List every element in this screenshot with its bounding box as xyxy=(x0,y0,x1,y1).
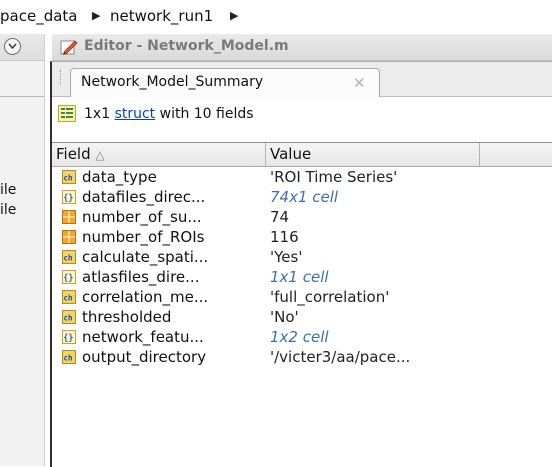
struct-description: 1x1 struct with 10 fields xyxy=(84,106,254,122)
field-name[interactable]: thresholded xyxy=(82,308,171,326)
document-tab-bar: Network_Model_Summary ✕ xyxy=(52,62,552,97)
grip-handle[interactable] xyxy=(60,70,63,84)
field-name[interactable]: atlasfiles_dire... xyxy=(82,268,199,286)
svg-text:ch: ch xyxy=(64,174,73,183)
file-list-item[interactable]: ile xyxy=(0,182,16,198)
svg-text:{}: {} xyxy=(63,274,73,284)
char-icon: ch xyxy=(62,289,76,304)
field-value[interactable]: 1x2 cell xyxy=(270,328,329,346)
current-folder-panel: ile ile xyxy=(0,34,45,466)
field-name[interactable]: network_featu... xyxy=(82,328,204,346)
breadcrumb-item-pace-data[interactable]: pace_data xyxy=(0,7,77,25)
breadcrumb: pace_data ▶ network_run1 ▶ xyxy=(0,0,552,32)
field-value[interactable]: 74x1 cell xyxy=(270,188,338,206)
field-name[interactable]: number_of_ROIs xyxy=(82,228,204,246)
field-value[interactable]: 116 xyxy=(270,228,299,246)
numeric-icon xyxy=(62,229,76,244)
char-icon: ch xyxy=(62,349,76,364)
table-header: Field △ Value xyxy=(52,142,552,167)
char-icon: ch xyxy=(62,249,76,264)
column-header-value[interactable]: Value xyxy=(270,145,311,163)
char-icon: ch xyxy=(62,309,76,324)
editor-title: Editor - Network_Model.m xyxy=(84,38,289,54)
column-divider[interactable] xyxy=(265,143,266,166)
char-icon: ch xyxy=(62,169,76,184)
divider xyxy=(0,96,44,97)
close-icon[interactable]: ✕ xyxy=(353,74,366,92)
field-value[interactable]: 74 xyxy=(270,208,289,226)
field-value[interactable]: 'No' xyxy=(270,308,299,326)
file-list-item[interactable]: ile xyxy=(0,202,16,218)
svg-text:ch: ch xyxy=(64,354,73,363)
svg-text:{}: {} xyxy=(63,194,73,204)
field-value[interactable]: 'full_correlation' xyxy=(270,288,389,306)
field-name[interactable]: data_type xyxy=(82,168,157,186)
svg-text:ch: ch xyxy=(64,314,73,323)
field-value[interactable]: 'ROI Time Series' xyxy=(270,168,397,186)
struct-size: 1x1 xyxy=(84,106,111,122)
field-name[interactable]: datafiles_direc... xyxy=(82,188,205,206)
column-header-field[interactable]: Field △ xyxy=(56,145,105,163)
field-name[interactable]: correlation_me... xyxy=(82,288,208,306)
cell-icon: {} xyxy=(62,189,76,204)
breadcrumb-arrow-icon: ▶ xyxy=(92,9,101,22)
svg-text:ch: ch xyxy=(64,254,73,263)
variable-editor: Network_Model_Summary ✕ 1x1 struct with … xyxy=(50,61,552,467)
tab-network-model-summary[interactable]: Network_Model_Summary ✕ xyxy=(70,68,380,97)
field-name[interactable]: number_of_su... xyxy=(82,208,202,226)
sort-ascending-icon: △ xyxy=(95,148,105,162)
struct-field-count: with 10 fields xyxy=(159,106,254,122)
field-value[interactable]: 1x1 cell xyxy=(270,268,329,286)
field-value[interactable]: '/victer3/aa/pace... xyxy=(270,348,410,366)
tab-label: Network_Model_Summary xyxy=(81,74,264,90)
struct-summary: 1x1 struct with 10 fields xyxy=(52,98,552,128)
cell-icon: {} xyxy=(62,269,76,284)
struct-type-link[interactable]: struct xyxy=(115,106,156,122)
field-name[interactable]: output_directory xyxy=(82,348,206,366)
panel-actions-icon[interactable] xyxy=(4,38,21,55)
svg-text:ch: ch xyxy=(64,294,73,303)
field-name[interactable]: calculate_spati... xyxy=(82,248,208,266)
breadcrumb-item-network-run1[interactable]: network_run1 xyxy=(110,7,213,25)
field-value[interactable]: 'Yes' xyxy=(270,248,302,266)
cell-icon: {} xyxy=(62,329,76,344)
table-row[interactable]: ch output_directory '/victer3/aa/pace... xyxy=(52,346,552,369)
struct-icon xyxy=(58,105,76,126)
numeric-icon xyxy=(62,209,76,224)
breadcrumb-arrow-icon[interactable]: ▶ xyxy=(230,9,238,22)
svg-text:{}: {} xyxy=(63,334,73,344)
panel-header xyxy=(0,34,44,61)
editor-title-bar[interactable]: Editor - Network_Model.m xyxy=(52,34,552,61)
editor-pencil-icon xyxy=(60,38,78,60)
column-divider[interactable] xyxy=(479,143,480,166)
